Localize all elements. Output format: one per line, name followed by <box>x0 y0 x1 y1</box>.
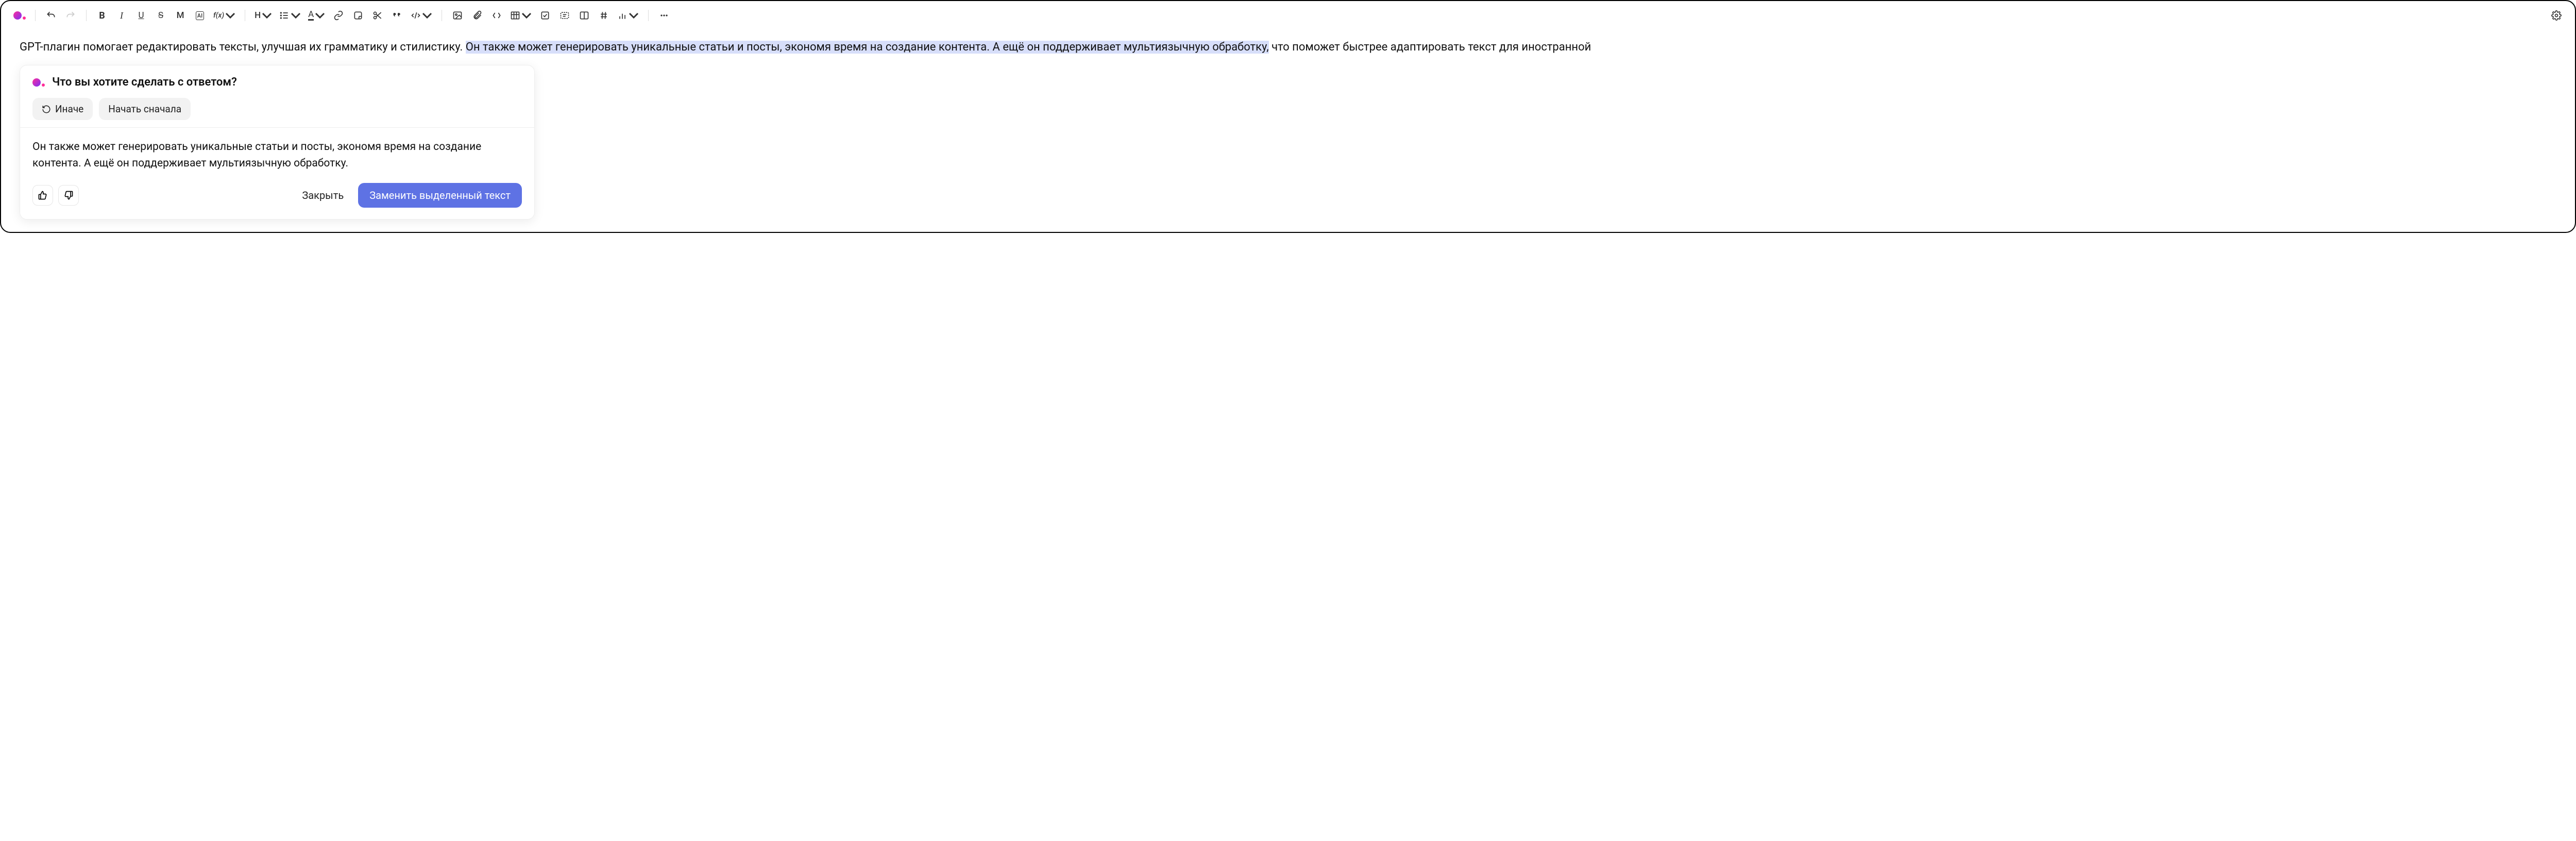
chevron-down-icon <box>291 10 301 21</box>
layout-button[interactable] <box>555 6 574 25</box>
ai-panel-header: Что вы хотите сделать с ответом? Иначе Н… <box>20 65 534 127</box>
checkbox-icon <box>540 10 550 21</box>
text-after: что поможет быстрее адаптировать текст д… <box>1269 41 1591 54</box>
retry-button[interactable]: Иначе <box>32 98 93 120</box>
refresh-icon <box>42 105 51 114</box>
columns-icon <box>579 10 589 21</box>
strikethrough-button[interactable]: S <box>151 6 170 25</box>
table-icon <box>510 10 520 21</box>
code-button[interactable] <box>408 6 435 25</box>
editor-content[interactable]: GPT-плагин помогает редактировать тексты… <box>1 30 2575 60</box>
divider <box>35 10 36 21</box>
thumbs-up-button[interactable] <box>32 185 53 206</box>
text-before: GPT-плагин помогает редактировать тексты… <box>20 41 466 54</box>
toolbar: B I U S M AI f(x) H A <box>1 1 2575 30</box>
more-button[interactable] <box>655 6 673 25</box>
replace-button[interactable]: Заменить выделенный текст <box>358 183 522 208</box>
undo-icon <box>46 10 56 21</box>
hash-button[interactable] <box>595 6 613 25</box>
layout-icon <box>560 10 570 21</box>
list-button[interactable] <box>276 6 304 25</box>
hash-icon <box>599 10 609 21</box>
note-icon <box>353 10 363 21</box>
editor-app: B I U S M AI f(x) H A <box>0 0 2576 233</box>
paperclip-icon <box>472 10 482 21</box>
ai-response-text: Он также может генерировать уникальные с… <box>20 127 534 181</box>
code-brackets-icon <box>492 10 502 21</box>
thumbs-down-button[interactable] <box>58 185 79 206</box>
quote-button[interactable] <box>388 6 406 25</box>
chevron-down-icon <box>225 10 235 21</box>
heading-button[interactable]: H <box>251 6 275 25</box>
link-button[interactable] <box>329 6 348 25</box>
ai-panel: Что вы хотите сделать с ответом? Иначе Н… <box>20 65 535 220</box>
chevron-down-icon <box>262 10 272 21</box>
redo-icon <box>65 10 76 21</box>
close-button[interactable]: Закрыть <box>293 184 353 207</box>
image-icon <box>452 10 463 21</box>
chart-icon <box>617 10 628 21</box>
embed-button[interactable] <box>487 6 506 25</box>
columns-button[interactable] <box>575 6 594 25</box>
restart-label: Начать сначала <box>108 103 181 115</box>
thumbs-down-icon <box>63 190 74 200</box>
list-icon <box>279 10 290 21</box>
text-selection: Он также может генерировать уникальные с… <box>466 41 1269 54</box>
more-icon <box>659 10 669 21</box>
code-icon <box>411 10 421 21</box>
formula-button[interactable]: f(x) <box>210 6 239 25</box>
chart-button[interactable] <box>614 6 642 25</box>
divider <box>86 10 87 21</box>
image-button[interactable] <box>448 6 467 25</box>
table-button[interactable] <box>507 6 535 25</box>
underline-button[interactable]: U <box>132 6 150 25</box>
text-color-button[interactable]: A <box>305 6 328 25</box>
cut-button[interactable] <box>368 6 387 25</box>
checkbox-button[interactable] <box>536 6 554 25</box>
ai-logo[interactable] <box>10 6 29 25</box>
retry-label: Иначе <box>55 103 83 115</box>
scissors-icon <box>372 10 383 21</box>
undo-button[interactable] <box>42 6 60 25</box>
chevron-down-icon <box>629 10 639 21</box>
divider <box>648 10 649 21</box>
ai-panel-footer: Закрыть Заменить выделенный текст <box>20 181 534 219</box>
chevron-down-icon <box>422 10 432 21</box>
attachment-button[interactable] <box>468 6 486 25</box>
thumbs-up-icon <box>38 190 48 200</box>
restart-button[interactable]: Начать сначала <box>99 98 191 120</box>
chevron-down-icon <box>315 10 325 21</box>
ai-logo-icon <box>32 78 45 87</box>
bold-button[interactable]: B <box>93 6 111 25</box>
quote-icon <box>392 10 402 21</box>
redo-button[interactable] <box>61 6 80 25</box>
italic-button[interactable]: I <box>112 6 131 25</box>
note-button[interactable] <box>349 6 367 25</box>
gear-icon <box>2551 10 2562 21</box>
chevron-down-icon <box>521 10 532 21</box>
settings-button[interactable] <box>2547 6 2566 25</box>
mark-button[interactable]: M <box>171 6 190 25</box>
ai-panel-title: Что вы хотите сделать с ответом? <box>52 76 237 89</box>
link-icon <box>333 10 344 21</box>
ai-text-button[interactable]: AI <box>191 6 209 25</box>
